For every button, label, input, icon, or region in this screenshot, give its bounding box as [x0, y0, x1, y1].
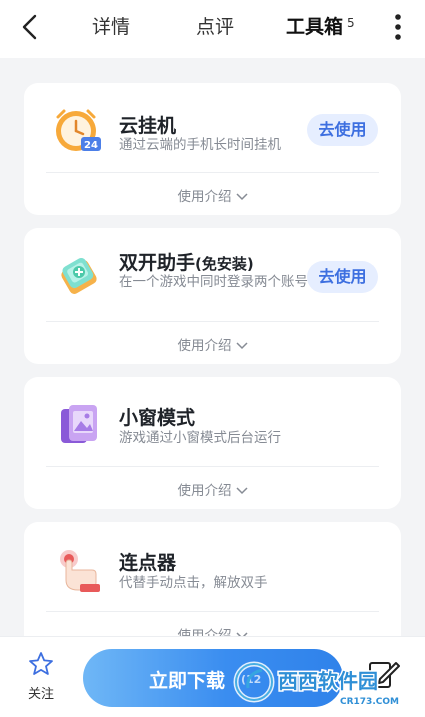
- watermark-name: 西西软件园: [278, 669, 378, 693]
- tool-title-text: 双开助手: [119, 252, 196, 274]
- tab-details[interactable]: 详情: [92, 12, 130, 42]
- card-divider: [46, 466, 379, 467]
- tool-description: 代替手动点击，解放双手: [119, 575, 268, 591]
- dual-open-phone-icon: [61, 257, 97, 294]
- auto-clicker-hand-icon: [60, 550, 100, 592]
- watermark-url: CR173.COM: [340, 697, 399, 707]
- download-label: 立即下载: [149, 670, 226, 692]
- usage-intro-toggle[interactable]: 使用介绍: [24, 479, 401, 499]
- tool-description: 在一个游戏中同时登录两个账号: [119, 274, 308, 290]
- tool-card-auto-clicker: 连点器 代替手动点击，解放双手 使用介绍: [24, 522, 401, 654]
- chevron-down-icon: [235, 193, 248, 201]
- site-watermark: 西西软件园 CR173.COM: [232, 652, 407, 712]
- follow-label: 关注: [27, 687, 54, 702]
- usage-intro-label: 使用介绍: [177, 189, 232, 205]
- cloud-hangup-clock-icon: 24: [56, 109, 101, 151]
- tool-description: 通过云端的手机长时间挂机: [119, 137, 281, 153]
- usage-intro-toggle[interactable]: 使用介绍: [24, 334, 401, 354]
- card-divider: [46, 611, 379, 612]
- card-divider: [46, 321, 379, 322]
- tool-card-dual-open: 双开助手(免安装) 在一个游戏中同时登录两个账号 去使用 使用介绍: [24, 228, 401, 364]
- tool-card-cloud-hangup: 24 云挂机 通过云端的手机长时间挂机 去使用 使用介绍: [24, 83, 401, 215]
- tool-card-small-window: 小窗模式 游戏通过小窗模式后台运行 使用介绍: [24, 377, 401, 509]
- tool-title: 连点器: [119, 552, 177, 574]
- back-arrow-icon[interactable]: [16, 12, 46, 42]
- more-options-icon[interactable]: [388, 12, 408, 42]
- tab-reviews[interactable]: 点评: [196, 12, 234, 42]
- usage-intro-toggle[interactable]: 使用介绍: [24, 185, 401, 205]
- svg-text:24: 24: [84, 140, 98, 151]
- tool-description: 游戏通过小窗模式后台运行: [119, 430, 281, 446]
- small-window-icon: [61, 405, 97, 443]
- toolbox-count-badge: 5: [347, 16, 355, 30]
- star-icon: [29, 652, 53, 675]
- watermark-logo: 西西软件园 CR173.COM: [233, 661, 400, 708]
- chevron-down-icon: [235, 487, 248, 495]
- tool-title-suffix: (免安装): [195, 255, 254, 273]
- follow-button[interactable]: 关注: [18, 651, 64, 707]
- use-cloud-hangup-button[interactable]: 去使用: [307, 114, 378, 146]
- tool-title: 双开助手(免安装): [119, 248, 254, 275]
- tool-title: 云挂机: [119, 115, 177, 137]
- tab-toolbox[interactable]: 工具箱: [286, 12, 343, 42]
- top-navigation-bar: 详情 点评 工具箱 5: [0, 0, 425, 58]
- usage-intro-label: 使用介绍: [177, 338, 232, 354]
- usage-intro-label: 使用介绍: [177, 483, 232, 499]
- use-dual-open-button[interactable]: 去使用: [307, 261, 378, 293]
- card-divider: [46, 172, 379, 173]
- chevron-down-icon: [235, 342, 248, 350]
- tool-title: 小窗模式: [119, 407, 196, 429]
